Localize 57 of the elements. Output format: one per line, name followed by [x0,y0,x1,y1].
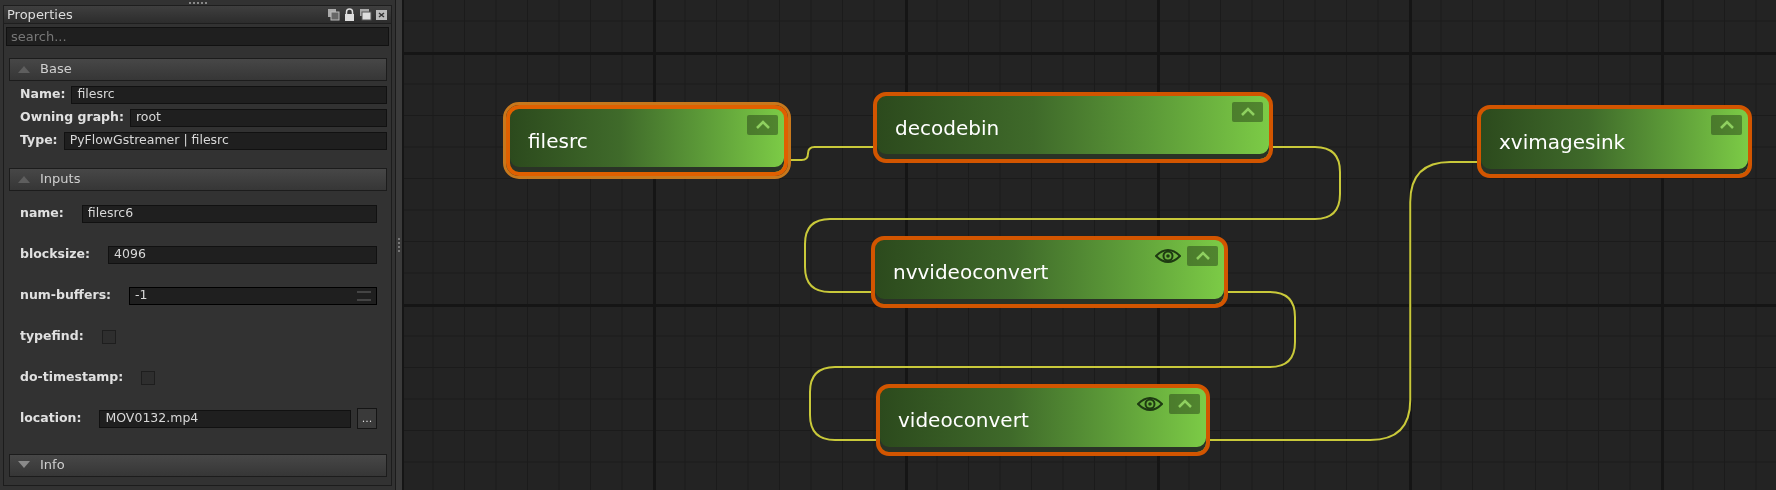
graph-node[interactable]: xvimagesink [1477,105,1752,178]
text-field[interactable]: root [129,108,387,127]
browse-button[interactable]: ... [357,408,377,429]
collapse-button[interactable] [747,115,778,135]
collapse-arrow-icon[interactable] [18,175,30,183]
field-label: do-timestamp: [20,368,124,387]
lock-icon[interactable] [343,8,356,21]
graph-node[interactable]: decodebin [873,92,1273,163]
node-title: nvvideoconvert [893,259,1049,286]
expand-arrow-icon[interactable] [18,461,30,469]
field-label: num-buffers: [20,286,112,305]
collapse-button[interactable] [1169,394,1200,414]
field-label: name: [20,204,64,223]
float-icon[interactable] [327,8,340,21]
field-label: Name: [20,85,66,104]
text-field[interactable]: filesrc6 [81,204,377,223]
collapse-arrow-icon[interactable] [18,65,30,73]
grip-handle[interactable] [188,1,207,4]
caret-icon [1194,251,1211,261]
close-icon[interactable] [375,8,388,21]
field-label: location: [20,409,82,428]
node-title: videoconvert [898,407,1029,434]
node-title: xvimagesink [1499,128,1626,156]
panel-title: Properties [7,5,73,24]
graph-canvas[interactable]: filesrc decodebin nvvideoconvert videoconvert xvimagesink [402,0,1776,490]
node-title: filesrc [528,127,588,155]
text-field[interactable]: filesrc [71,85,387,104]
caret-icon [1718,120,1735,130]
graph-node[interactable]: nvvideoconvert [871,236,1228,308]
field-label: Owning graph: [20,108,124,127]
collapse-button[interactable] [1711,115,1742,135]
section-title: Info [40,456,65,475]
section-title: Inputs [40,170,81,189]
graph-node[interactable]: filesrc [506,105,788,176]
graph-node[interactable]: videoconvert [876,384,1210,456]
splitter-handle[interactable] [396,0,402,490]
caret-icon [1239,107,1256,117]
section-header[interactable]: Base [9,57,387,81]
section-header[interactable]: Inputs [9,167,387,191]
field-label: Type: [20,131,58,150]
eye-icon[interactable] [1155,247,1181,265]
section-title: Base [40,60,72,79]
field-label: blocksize: [20,245,91,264]
section-header[interactable]: Info [9,453,387,477]
field-label: typefind: [20,327,84,346]
path-field[interactable]: MOV0132.mp4 [99,409,351,428]
collapse-button[interactable] [1232,102,1263,122]
caret-icon [1176,399,1193,409]
collapse-button[interactable] [1187,246,1218,266]
text-field[interactable]: PyFlowGstreamer | filesrc [63,131,387,150]
windows-icon[interactable] [359,8,372,21]
search-field[interactable]: search... [6,27,389,46]
node-title: decodebin [895,114,1000,142]
text-field[interactable]: 4096 [108,245,377,264]
eye-icon[interactable] [1137,395,1163,413]
caret-icon [754,120,771,130]
number-spinbox[interactable]: -1 [129,286,377,305]
